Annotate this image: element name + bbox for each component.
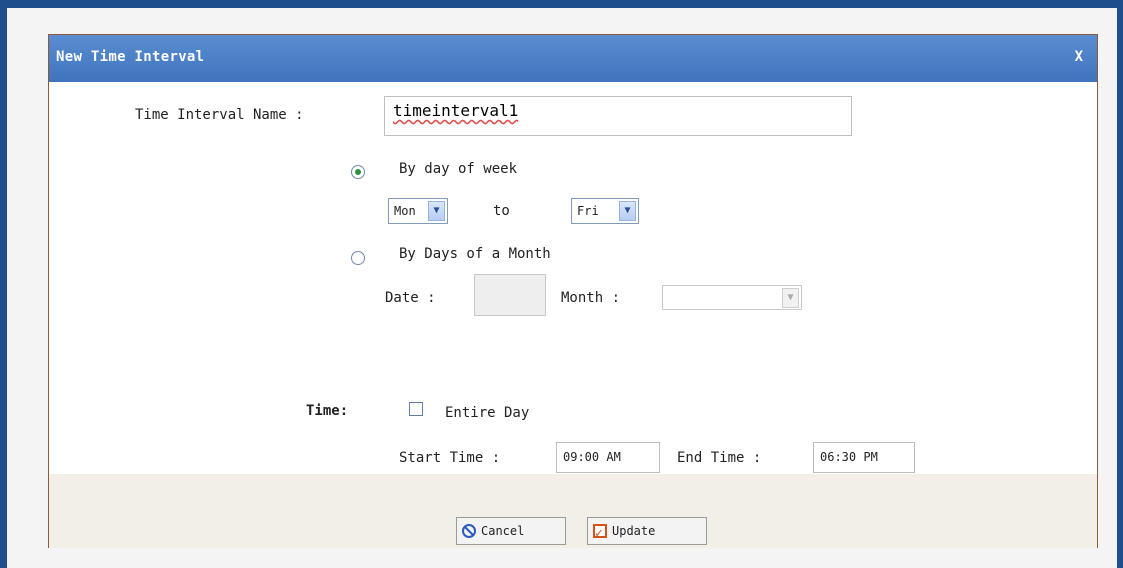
to-label: to [493, 203, 510, 219]
update-button[interactable]: Update [587, 517, 707, 547]
radio-selected-icon [355, 169, 361, 175]
time-section-label: Time: [306, 403, 349, 419]
date-label: Date : [385, 290, 436, 306]
cancel-button[interactable]: Cancel [456, 517, 566, 545]
window-frame-left [0, 0, 7, 568]
month-select[interactable]: ▼ [662, 285, 802, 310]
start-time-value: 09:00 AM [563, 450, 621, 464]
chevron-down-icon: ▼ [428, 201, 445, 221]
from-day-value: Mon [394, 204, 416, 218]
end-time-input[interactable]: 06:30 PM [813, 442, 915, 473]
window-frame-top [0, 0, 1123, 8]
start-time-label: Start Time : [399, 450, 501, 466]
new-time-interval-dialog: New Time Interval X Time Interval Name :… [48, 34, 1098, 548]
dialog-title: New Time Interval [56, 49, 205, 65]
entire-day-checkbox[interactable] [409, 402, 423, 416]
time-interval-name-label: Time Interval Name : [135, 107, 304, 123]
close-icon[interactable]: X [1075, 49, 1083, 65]
dialog-footer: Cancel Update [49, 474, 1097, 548]
cancel-icon [462, 524, 476, 538]
to-day-select[interactable]: Fri ▼ [571, 198, 639, 224]
by-day-of-week-label: By day of week [399, 161, 518, 177]
window-frame-right [1117, 0, 1123, 568]
by-days-of-month-radio[interactable] [351, 251, 365, 265]
entire-day-label: Entire Day [445, 405, 530, 421]
by-days-of-month-label: By Days of a Month [399, 246, 551, 262]
dialog-titlebar: New Time Interval X [49, 35, 1097, 82]
date-input[interactable] [474, 274, 546, 316]
dialog-body: Time Interval Name : timeinterval1 By da… [49, 82, 1097, 474]
month-label: Month : [561, 290, 621, 306]
end-time-value: 06:30 PM [820, 450, 878, 464]
chevron-down-icon: ▼ [619, 201, 636, 221]
cancel-button-label: Cancel [481, 524, 525, 538]
time-interval-name-value: timeinterval1 [393, 101, 519, 120]
update-button-label: Update [612, 524, 656, 538]
time-interval-name-input[interactable]: timeinterval1 [384, 96, 852, 136]
start-time-input[interactable]: 09:00 AM [556, 442, 660, 473]
chevron-down-icon: ▼ [782, 288, 799, 308]
end-time-label: End Time : [677, 450, 762, 466]
from-day-select[interactable]: Mon ▼ [388, 198, 448, 224]
by-day-of-week-radio[interactable] [351, 165, 365, 179]
checkbox-check-icon [593, 521, 607, 547]
to-day-value: Fri [577, 204, 599, 218]
